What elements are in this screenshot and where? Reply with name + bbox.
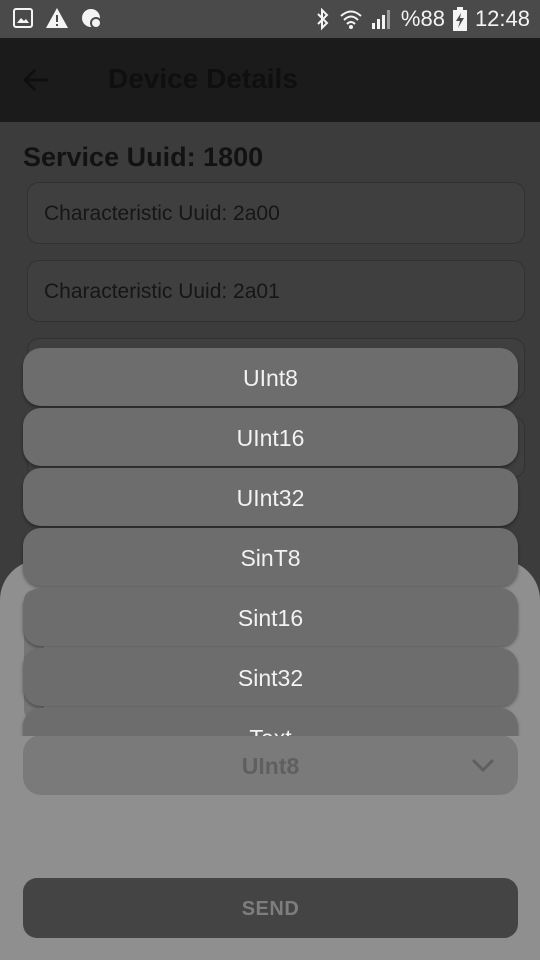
type-dropdown-menu: UInt8 UInt16 UInt32 SinT8 Sint16 Sint32 …	[18, 343, 523, 736]
send-label: SEND	[241, 898, 300, 920]
app-bar: Device Details	[0, 38, 540, 122]
characteristic-label: Characteristic Uuid: 2a01	[44, 280, 280, 303]
option-label: Text	[23, 725, 518, 736]
select-value: UInt8	[241, 753, 300, 779]
characteristic-card[interactable]: Characteristic Uuid: 2a00	[27, 182, 525, 244]
image-icon	[13, 8, 33, 28]
characteristic-label: Characteristic Uuid: 2a00	[44, 202, 280, 225]
signal-icon	[371, 10, 390, 29]
page-title: Device Details	[108, 63, 298, 94]
status-bar: %88 12:48	[0, 0, 540, 38]
send-button[interactable]: SEND	[23, 878, 518, 938]
dropdown-option[interactable]: Text	[23, 708, 518, 736]
battery-charging-icon	[452, 7, 467, 31]
service-title: Service Uuid: 1800	[23, 142, 264, 172]
battery-percent: %88	[400, 6, 445, 31]
dropdown-option[interactable]: UInt8	[23, 348, 518, 406]
option-label: UInt16	[236, 425, 305, 451]
clock: 12:48	[474, 6, 530, 31]
option-label: Sint32	[237, 665, 304, 691]
dropdown-option[interactable]: UInt32	[23, 468, 518, 526]
warning-icon	[46, 8, 68, 28]
arrow-left-icon[interactable]	[22, 66, 50, 94]
wifi-icon	[340, 10, 362, 29]
option-label: Sint16	[237, 605, 304, 631]
option-label: UInt32	[236, 485, 305, 511]
dropdown-option[interactable]: SinT8	[23, 528, 518, 586]
dropdown-option[interactable]: Sint32	[23, 648, 518, 706]
data-saver-icon	[82, 9, 102, 29]
dropdown-option[interactable]: UInt16	[23, 408, 518, 466]
option-label: SinT8	[240, 545, 301, 571]
characteristic-card[interactable]: Characteristic Uuid: 2a01	[27, 260, 525, 322]
dropdown-option[interactable]: Sint16	[23, 588, 518, 646]
chevron-down-icon	[471, 758, 495, 773]
bluetooth-icon	[317, 7, 329, 31]
option-label: UInt8	[243, 365, 298, 391]
type-select[interactable]: UInt8	[23, 735, 518, 795]
